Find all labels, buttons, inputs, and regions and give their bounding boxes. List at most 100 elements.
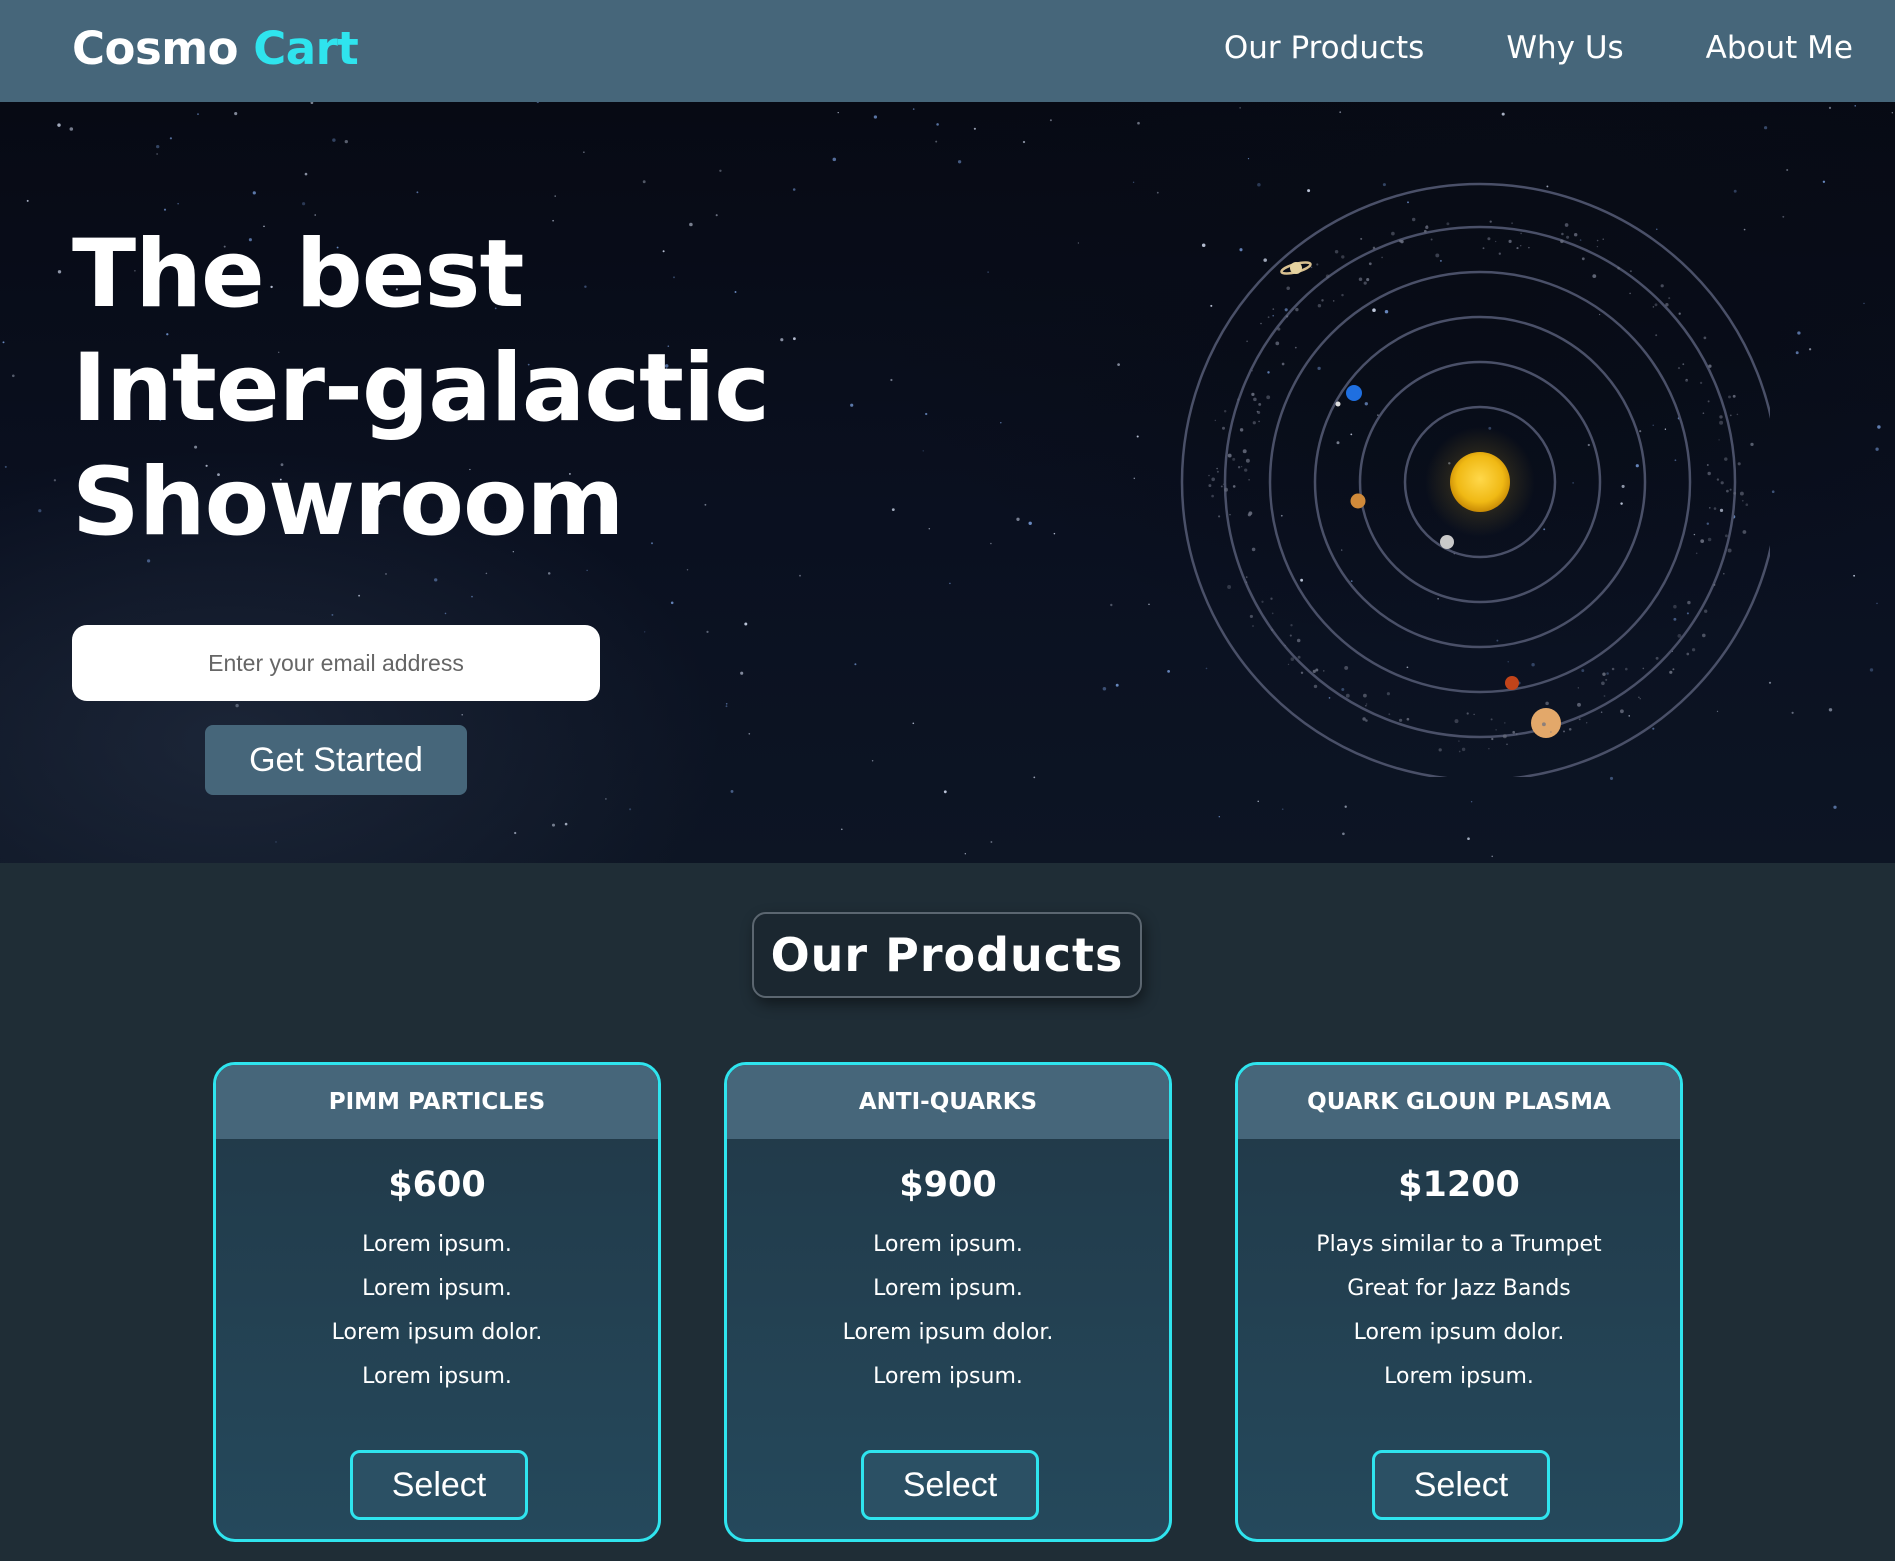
asteroid — [1332, 300, 1335, 302]
asteroid — [1258, 420, 1260, 423]
asteroid — [1727, 548, 1732, 553]
asteroid — [1221, 426, 1226, 430]
select-button[interactable]: Select — [1372, 1450, 1550, 1520]
asteroid — [1602, 238, 1604, 240]
email-input[interactable] — [72, 625, 600, 701]
asteroid — [1707, 400, 1710, 403]
get-started-button[interactable]: Get Started — [205, 725, 467, 795]
asteroid — [1363, 281, 1367, 285]
star — [461, 714, 463, 716]
asteroid — [1723, 572, 1725, 575]
star — [832, 157, 837, 162]
asteroid — [1244, 468, 1248, 472]
star — [169, 137, 172, 140]
asteroid — [1739, 491, 1744, 496]
asteroid — [1229, 513, 1231, 516]
asteroid — [1252, 625, 1254, 627]
star — [943, 790, 947, 794]
star — [912, 722, 915, 725]
star — [1016, 517, 1020, 521]
select-button[interactable]: Select — [350, 1450, 528, 1520]
asteroid — [1310, 266, 1313, 269]
star — [583, 151, 585, 153]
asteroid — [1289, 634, 1292, 637]
asteroid — [1602, 672, 1606, 676]
asteroid — [1227, 453, 1232, 458]
star — [1501, 112, 1505, 116]
star — [1786, 168, 1789, 172]
star — [1053, 532, 1056, 535]
star — [1891, 112, 1893, 114]
asteroid — [1638, 696, 1640, 698]
asteroid — [1247, 513, 1252, 517]
star — [1033, 776, 1036, 779]
star — [935, 140, 938, 143]
asteroid — [1316, 263, 1319, 266]
asteroid — [1678, 312, 1681, 315]
star — [1028, 521, 1032, 526]
asteroid — [1458, 750, 1461, 753]
nav-about-me[interactable]: About Me — [1706, 30, 1853, 66]
asteroid — [1495, 729, 1497, 731]
asteroid — [1249, 614, 1253, 618]
product-card-quark-gloun-plasma: QUARK GLOUN PLASMA $1200 Plays similar t… — [1235, 1062, 1683, 1542]
asteroid — [1261, 600, 1264, 603]
star — [252, 191, 256, 195]
star — [57, 123, 61, 127]
star — [332, 138, 336, 142]
asteroid — [1736, 413, 1739, 416]
asteroid — [1519, 244, 1522, 247]
star — [725, 705, 728, 708]
star — [1869, 668, 1874, 672]
select-button[interactable]: Select — [861, 1450, 1039, 1520]
asteroid — [1251, 547, 1256, 552]
asteroid — [1577, 687, 1579, 689]
asteroid — [1454, 719, 1459, 724]
asteroid — [1573, 232, 1578, 237]
asteroid — [1707, 471, 1711, 476]
asteroid — [1702, 412, 1705, 414]
moon — [1335, 401, 1341, 407]
asteroid — [1566, 235, 1570, 239]
nav-our-products[interactable]: Our Products — [1224, 30, 1425, 66]
star — [331, 613, 334, 616]
asteroid — [1511, 222, 1514, 225]
star — [1822, 180, 1826, 183]
feature-item: Great for Jazz Bands — [1347, 1276, 1571, 1301]
star — [799, 574, 801, 577]
logo[interactable]: Cosmo Cart — [72, 22, 359, 75]
asteroid — [1430, 238, 1433, 241]
asteroid — [1489, 220, 1492, 223]
star — [485, 572, 488, 575]
planet-mars — [1505, 676, 1519, 690]
asteroid — [1718, 439, 1720, 441]
asteroid — [1487, 237, 1491, 241]
star — [344, 139, 348, 144]
asteroid — [1294, 346, 1297, 349]
asteroid — [1720, 481, 1724, 485]
star — [314, 214, 317, 216]
star — [304, 172, 308, 176]
star — [922, 450, 924, 452]
asteroid — [1271, 612, 1274, 615]
star — [1136, 435, 1139, 438]
product-card-anti-quarks: ANTI-QUARKS $900 Lorem ipsum. Lorem ipsu… — [724, 1062, 1172, 1542]
asteroid — [1218, 515, 1221, 518]
asteroid — [1561, 232, 1564, 236]
asteroid — [1363, 693, 1367, 698]
star — [792, 188, 796, 191]
asteroid — [1216, 467, 1218, 470]
asteroid — [1506, 743, 1508, 746]
planet-mercury — [1440, 535, 1454, 549]
star — [310, 102, 314, 105]
asteroid — [1677, 633, 1682, 638]
asteroid — [1700, 539, 1705, 543]
nav-why-us[interactable]: Why Us — [1506, 30, 1623, 66]
asteroid — [1317, 304, 1322, 308]
asteroid — [1568, 727, 1572, 731]
solar-system-illustration — [1180, 182, 1770, 777]
star — [586, 569, 588, 572]
star — [740, 671, 744, 675]
star — [1876, 602, 1878, 605]
asteroid — [1272, 308, 1275, 310]
